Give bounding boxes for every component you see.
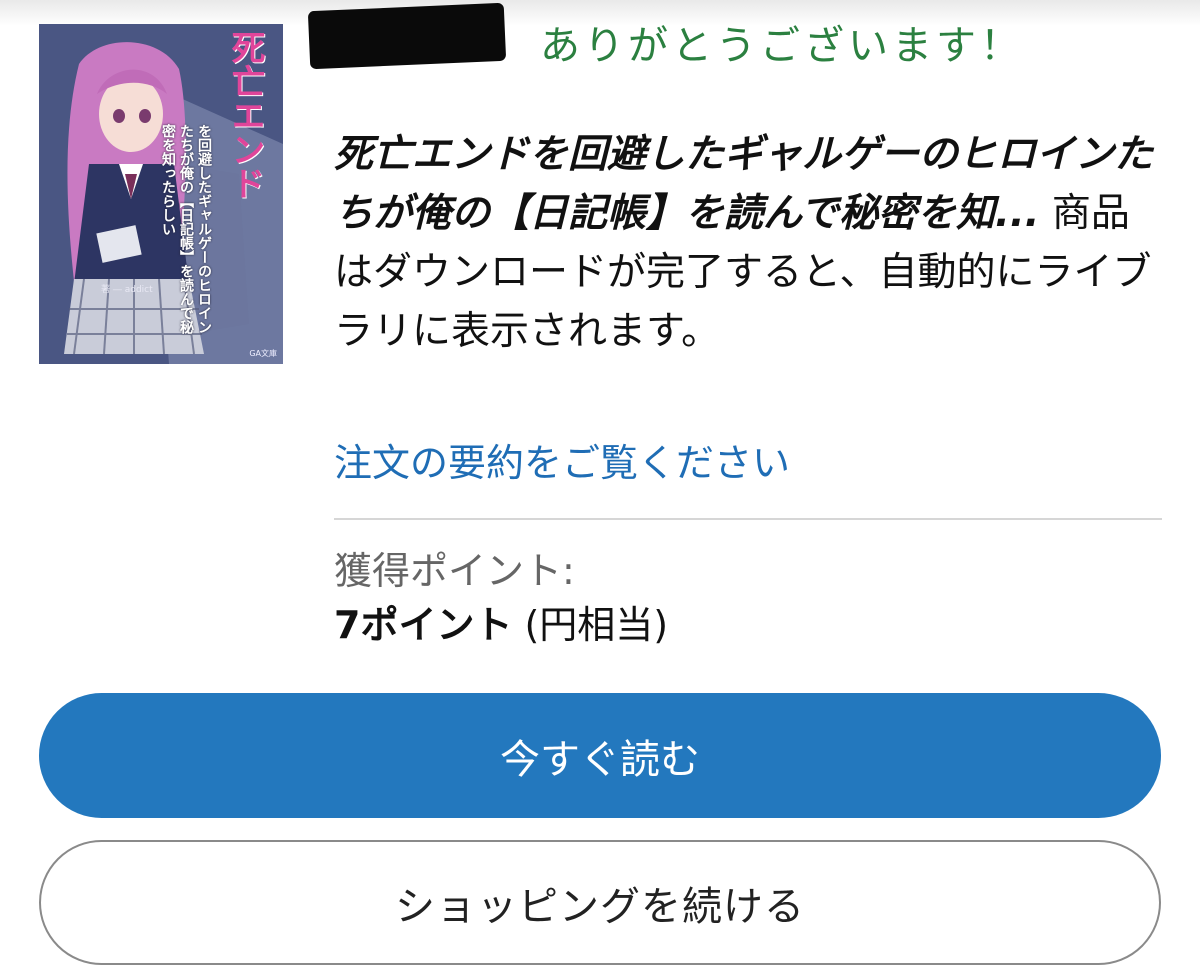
order-summary-link[interactable]: 注文の要約をご覧ください — [334, 444, 790, 482]
read-now-button[interactable]: 今すぐ読む — [39, 693, 1161, 818]
book-cover-image: 死亡エンド を回避したギャルゲーのヒロインたちが俺の【日記帳】を読んで秘密を知っ… — [39, 24, 283, 364]
points-note: (円相当) — [524, 603, 669, 647]
cover-publisher: GA文庫 — [249, 349, 277, 358]
confirmation-message: 死亡エンドを回避したギャルゲーのヒロインたちが俺の【日記帳】を読んで秘密を知..… — [334, 125, 1164, 361]
points-label: 獲得ポイント: — [334, 549, 575, 593]
thank-you-heading: ありがとうございます！ — [540, 23, 1024, 69]
points-earned: 7ポイント (円相当) — [334, 606, 668, 644]
product-title: 死亡エンドを回避したギャルゲーのヒロインたちが俺の【日記帳】を読んで秘密を知..… — [334, 132, 1154, 236]
points-value: 7ポイント — [334, 603, 513, 647]
divider — [334, 518, 1162, 520]
cover-title: 死亡エンド — [225, 30, 265, 200]
redacted-username — [307, 2, 507, 70]
cover-author: 著 ― addict — [101, 285, 153, 295]
cover-subtitle: を回避したギャルゲーのヒロインたちが俺の【日記帳】を読んで秘密を知ったらしい — [160, 124, 212, 334]
purchase-confirmation-page: 死亡エンド を回避したギャルゲーのヒロインたちが俺の【日記帳】を読んで秘密を知っ… — [0, 0, 1200, 972]
continue-shopping-button[interactable]: ショッピングを続ける — [39, 840, 1161, 965]
